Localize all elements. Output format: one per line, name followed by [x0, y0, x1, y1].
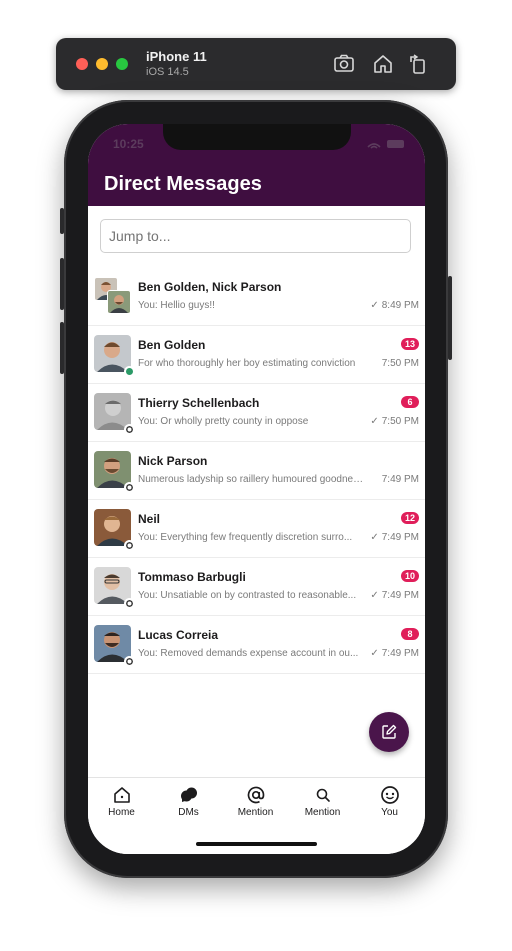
message-time: 7:49 PM	[381, 474, 419, 485]
message-time: 7:49 PM	[381, 648, 419, 659]
tab-home[interactable]: Home	[88, 785, 155, 818]
sent-check-icon: ✓	[370, 532, 379, 543]
status-time: 10:25	[113, 137, 144, 151]
conversation-name: Tommaso Barbugli	[138, 570, 246, 584]
conversation-row[interactable]: Tommaso Barbugli 10 You: Unsatiable on b…	[88, 558, 425, 616]
conversation-name: Nick Parson	[138, 454, 208, 468]
tab-mention[interactable]: Mention	[222, 785, 289, 818]
mute-switch	[60, 208, 64, 234]
offline-indicator	[124, 424, 135, 435]
sent-check-icon: ✓	[370, 648, 379, 659]
conversation-name: Ben Golden, Nick Parson	[138, 280, 282, 294]
tab-label: Mention	[237, 807, 274, 818]
compose-icon	[382, 724, 397, 739]
unread-badge: 13	[401, 338, 419, 350]
online-indicator	[124, 366, 135, 377]
sent-check-icon: ✓	[370, 590, 379, 601]
smile-icon	[380, 786, 399, 804]
message-preview: You: Unsatiable on by contrasted to reas…	[138, 590, 357, 601]
group-avatar	[94, 277, 131, 314]
message-preview: For who thoroughly her boy estimating co…	[138, 358, 356, 369]
at-icon	[247, 786, 264, 804]
dms-icon	[180, 787, 197, 802]
home-indicator	[196, 842, 317, 846]
avatar	[107, 290, 131, 314]
tab-search[interactable]: Mention	[289, 785, 356, 818]
conversation-row[interactable]: Ben Golden 13 For who thoroughly her boy…	[88, 326, 425, 384]
search-icon	[316, 788, 330, 802]
compose-button[interactable]	[369, 712, 409, 752]
unread-badge: 8	[401, 628, 419, 640]
app-header: 10:25 Direct Messages	[88, 124, 425, 206]
unread-badge: 12	[401, 512, 419, 524]
conversation-name: Thierry Schellenbach	[138, 396, 260, 410]
offline-indicator	[124, 540, 135, 551]
tab-label: DMs	[178, 807, 199, 818]
unread-badge: 6	[401, 396, 419, 408]
sent-check-icon: ✓	[370, 416, 379, 427]
search-input[interactable]	[100, 219, 411, 253]
conversation-row[interactable]: Ben Golden, Nick Parson You: Hellio guys…	[88, 268, 425, 326]
conversation-name: Lucas Correia	[138, 628, 219, 642]
minimize-window-button[interactable]	[96, 58, 108, 70]
tab-label: Home	[108, 807, 135, 818]
volume-up-button	[60, 258, 64, 310]
zoom-window-button[interactable]	[116, 58, 128, 70]
message-time: 7:50 PM	[381, 416, 419, 427]
conversation-row[interactable]: Lucas Correia 8 You: Removed demands exp…	[88, 616, 425, 674]
message-preview: You: Or wholly pretty county in oppose	[138, 416, 309, 427]
phone-screen: 10:25 Direct Messages Ben Golden, Nick P…	[88, 124, 425, 854]
home-button-icon[interactable]	[371, 52, 395, 76]
conversation-row[interactable]: Neil 12 You: Everything few frequently d…	[88, 500, 425, 558]
rotate-icon[interactable]	[406, 52, 430, 76]
message-time-wrap: ✓ 7:50 PM	[370, 416, 419, 427]
conversation-name: Ben Golden	[138, 338, 206, 352]
conversation-name: Neil	[138, 512, 161, 526]
device-name: iPhone 11	[146, 49, 207, 64]
message-preview: You: Removed demands expense account in …	[138, 648, 359, 659]
screenshot-icon[interactable]	[332, 52, 356, 76]
message-time-wrap: ✓ 7:49 PM	[370, 590, 419, 601]
message-time-wrap: ✓ 7:49 PM	[370, 648, 419, 659]
simulator-toolbar: iPhone 11 iOS 14.5	[56, 38, 456, 90]
offline-indicator	[124, 656, 135, 667]
status-icons	[367, 137, 407, 155]
offline-indicator	[124, 482, 135, 493]
message-time: 7:49 PM	[381, 590, 419, 601]
sent-check-icon: ✓	[370, 300, 379, 311]
page-title: Direct Messages	[104, 173, 262, 195]
tab-you[interactable]: You	[356, 785, 423, 818]
message-preview: You: Everything few frequently discretio…	[138, 532, 353, 543]
message-time: 8:49 PM	[381, 300, 419, 311]
close-window-button[interactable]	[76, 58, 88, 70]
tab-dms[interactable]: DMs	[155, 785, 222, 818]
message-preview: You: Hellio guys!!	[138, 300, 215, 311]
message-time: 7:50 PM	[381, 358, 419, 369]
message-time-wrap: ✓ 8:49 PM	[370, 300, 419, 311]
message-time: 7:49 PM	[381, 532, 419, 543]
conversation-row[interactable]: Thierry Schellenbach 6 You: Or wholly pr…	[88, 384, 425, 442]
tab-label: You	[381, 807, 398, 818]
unread-badge: 10	[401, 570, 419, 582]
message-preview: Numerous ladyship so raillery humoured g…	[138, 474, 368, 485]
os-version: iOS 14.5	[146, 66, 189, 78]
volume-down-button	[60, 322, 64, 374]
tab-label: Mention	[304, 807, 341, 818]
message-time-wrap: ✓ 7:49 PM	[370, 532, 419, 543]
offline-indicator	[124, 598, 135, 609]
home-icon	[113, 787, 130, 803]
power-button	[448, 276, 452, 360]
notch	[163, 124, 351, 150]
conversation-row[interactable]: Nick Parson Numerous ladyship so railler…	[88, 442, 425, 500]
conversation-list: Ben Golden, Nick Parson You: Hellio guys…	[88, 268, 425, 674]
